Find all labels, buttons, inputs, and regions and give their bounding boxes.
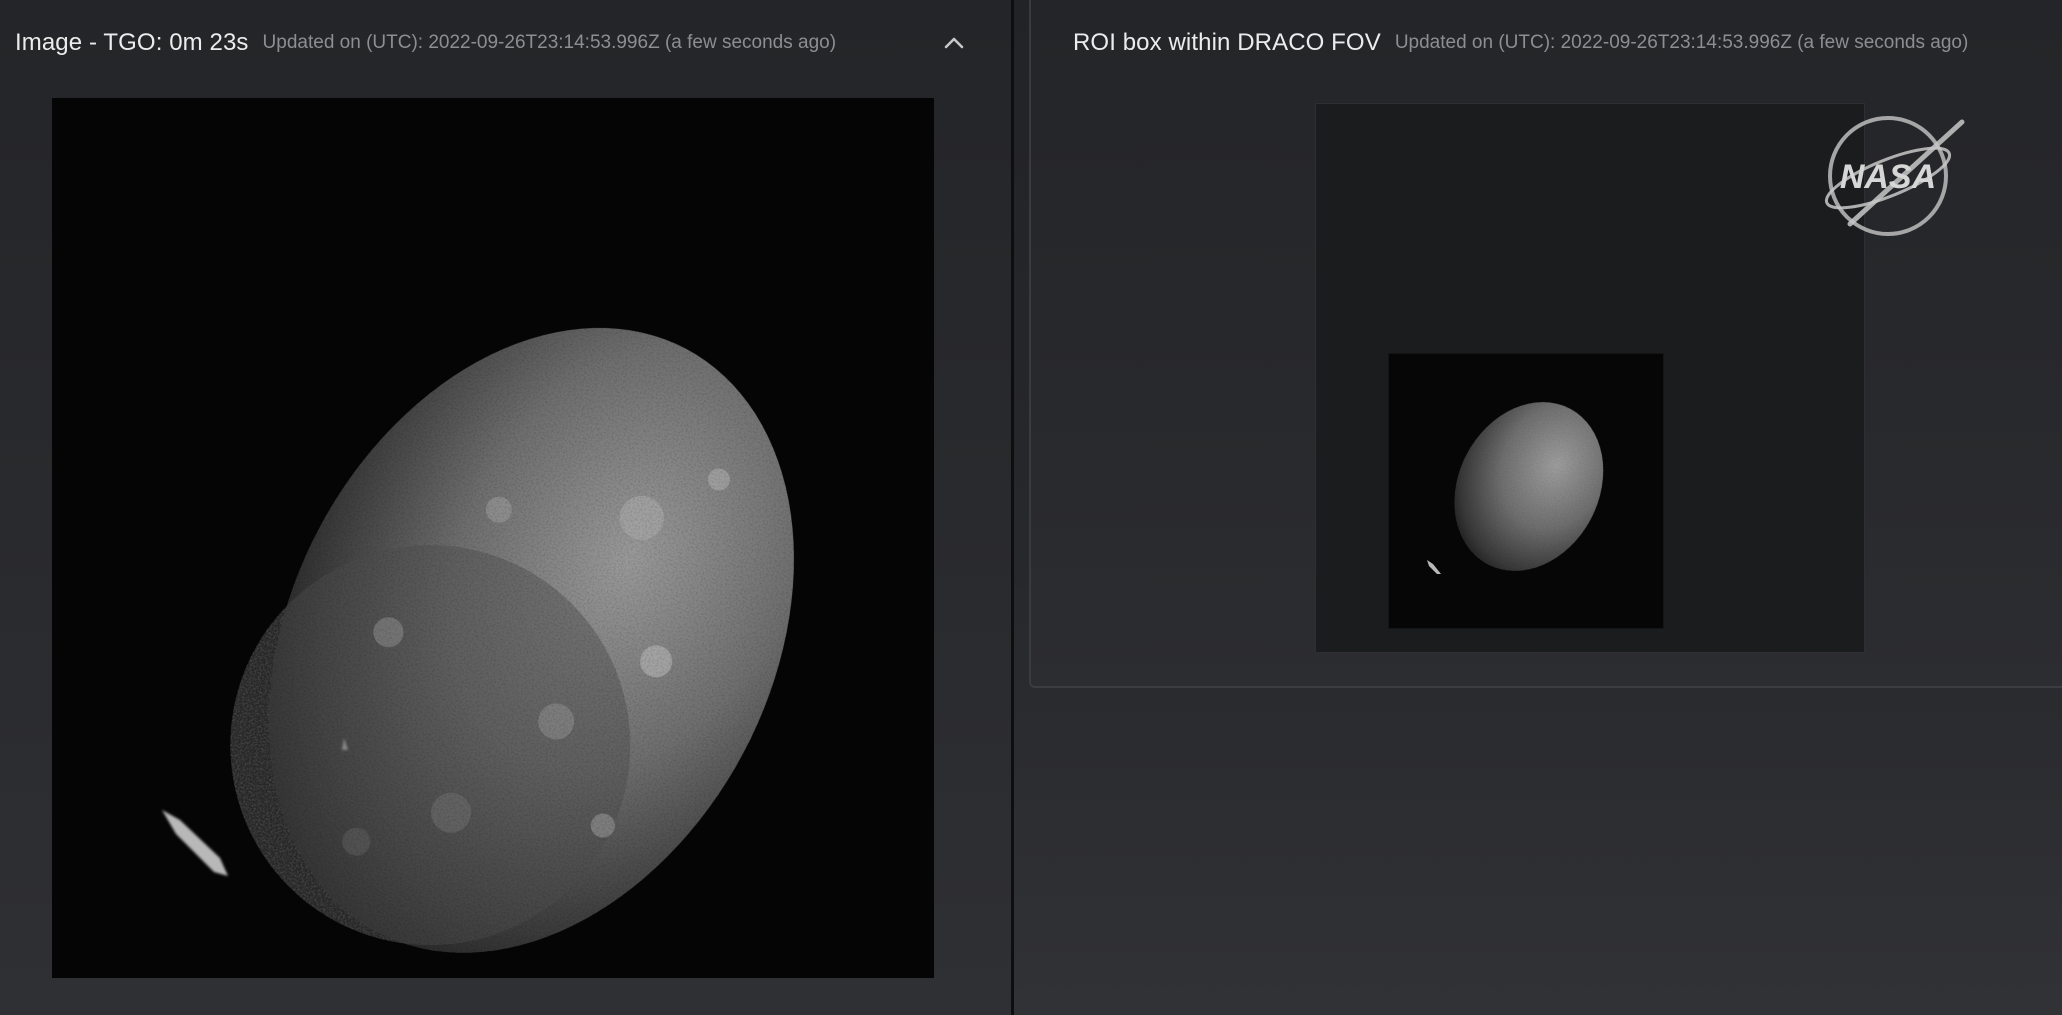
nasa-logo-text: NASA: [1840, 158, 1936, 196]
roi-panel: ROI box within DRACO FOV Updated on (UTC…: [1029, 0, 2062, 688]
chevron-up-icon: [944, 37, 964, 49]
roi-panel-updated: Updated on (UTC): 2022-09-26T23:14:53.99…: [1394, 32, 1969, 53]
image-panel-updated: Updated on (UTC): 2022-09-26T23:14:53.99…: [262, 32, 837, 53]
asteroid-image: [52, 98, 934, 978]
nasa-meatball-logo-icon: NASA: [1824, 116, 1965, 236]
image-panel-title: Image - TGO: 0m 23s: [15, 29, 249, 56]
roi-panel-title: ROI box within DRACO FOV: [1073, 29, 1381, 56]
draco-fov-box: [1315, 103, 1865, 653]
collapse-button[interactable]: [937, 26, 971, 60]
draco-image-viewport: [52, 98, 934, 978]
roi-box: [1388, 353, 1664, 629]
image-panel: Image - TGO: 0m 23s Updated on (UTC): 20…: [0, 0, 1014, 1015]
roi-panel-header: ROI box within DRACO FOV Updated on (UTC…: [1031, 0, 2062, 86]
nasa-logo-watermark: NASA: [1810, 112, 1970, 242]
image-panel-header: Image - TGO: 0m 23s Updated on (UTC): 20…: [0, 0, 1011, 86]
roi-asteroid-thumbnail: [1389, 354, 1663, 628]
